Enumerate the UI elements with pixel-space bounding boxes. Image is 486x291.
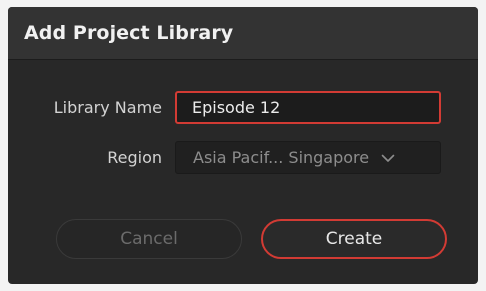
dialog-titlebar: Add Project Library bbox=[8, 7, 478, 60]
dialog-title: Add Project Library bbox=[24, 22, 234, 44]
region-selected-value: Asia Pacif... Singapore bbox=[193, 148, 370, 167]
region-row: Region Asia Pacif... Singapore bbox=[8, 141, 478, 174]
chevron-down-icon bbox=[381, 154, 395, 162]
region-label: Region bbox=[107, 148, 162, 167]
library-name-row: Library Name bbox=[8, 91, 478, 124]
library-name-input[interactable] bbox=[175, 91, 441, 124]
create-button[interactable]: Create bbox=[261, 219, 447, 259]
cancel-button[interactable]: Cancel bbox=[56, 219, 242, 259]
region-select[interactable]: Asia Pacif... Singapore bbox=[175, 141, 441, 174]
library-name-label: Library Name bbox=[53, 98, 162, 117]
add-project-library-dialog: Add Project Library Library Name Region … bbox=[8, 7, 478, 284]
